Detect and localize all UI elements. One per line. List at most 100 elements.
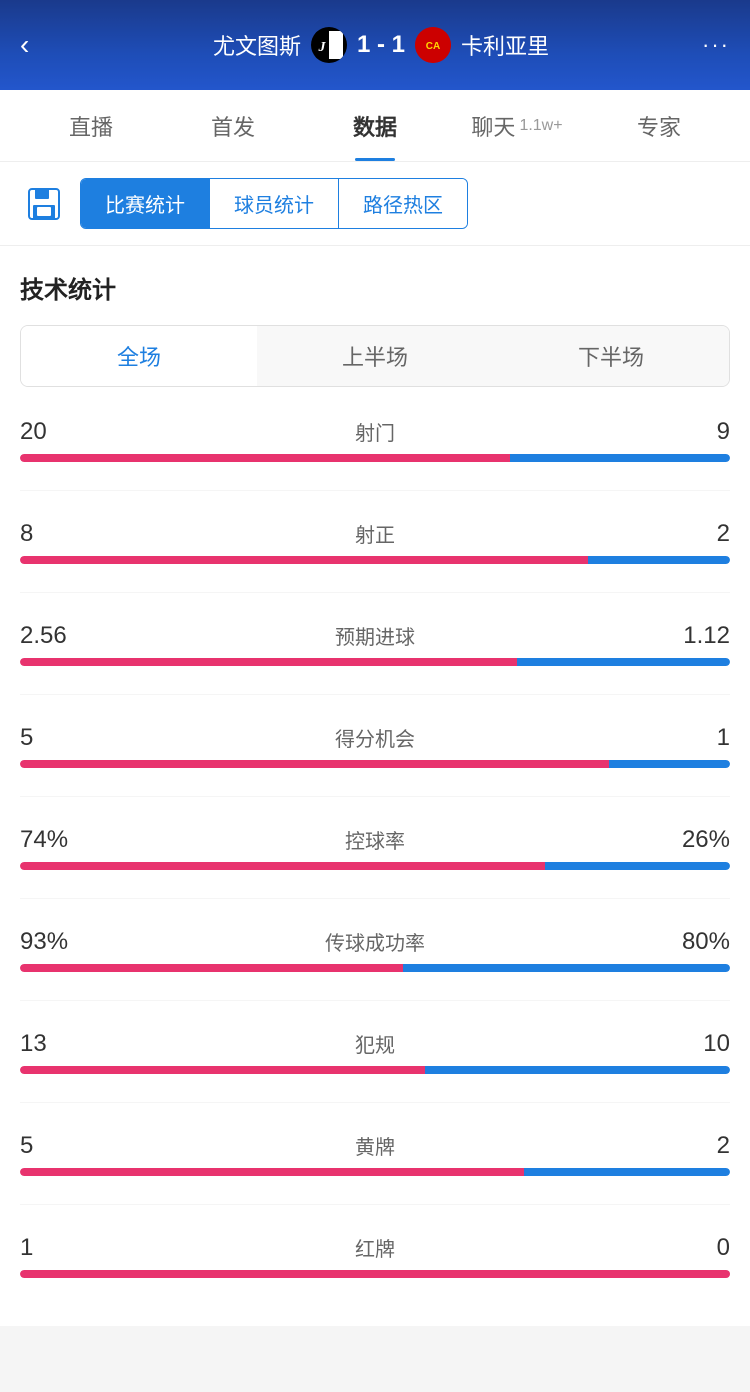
- stat-home-value: 13: [20, 1030, 100, 1058]
- stat-bars: [20, 454, 730, 462]
- stat-values: 5 得分机会 1: [20, 723, 730, 752]
- stats-list: 20 射门 9 8 射正 2 2.56 预期进球 1.12: [20, 417, 730, 1326]
- tab-lineup[interactable]: 首发: [162, 90, 304, 161]
- sub-tab-player-stats[interactable]: 球员统计: [210, 179, 339, 228]
- more-button[interactable]: ···: [702, 32, 730, 58]
- stat-away-value: 9: [650, 418, 730, 446]
- stat-bars: [20, 658, 730, 666]
- tab-chat[interactable]: 聊天 1.1w+: [446, 90, 588, 161]
- tab-live[interactable]: 直播: [20, 90, 162, 161]
- stat-bars: [20, 1168, 730, 1176]
- stat-values: 20 射门 9: [20, 417, 730, 446]
- stat-bars: [20, 862, 730, 870]
- away-bar: [588, 556, 730, 564]
- stat-away-value: 1.12: [650, 622, 730, 650]
- stat-row: 13 犯规 10: [20, 1029, 730, 1074]
- match-title: 尤文图斯 J 1 - 1 CA 卡利亚里: [60, 27, 702, 63]
- away-team-logo: CA: [415, 27, 451, 63]
- stat-label: 射正: [100, 519, 650, 548]
- stat-divider: [20, 796, 730, 797]
- svg-text:J: J: [317, 40, 326, 55]
- stat-label: 传球成功率: [100, 927, 650, 956]
- tab-expert[interactable]: 专家: [588, 90, 730, 161]
- stat-values: 5 黄牌 2: [20, 1131, 730, 1160]
- stat-values: 13 犯规 10: [20, 1029, 730, 1058]
- section-title: 技术统计: [20, 270, 730, 305]
- sub-tabs: 比赛统计 球员统计 路径热区: [80, 178, 468, 229]
- sub-tab-match-stats[interactable]: 比赛统计: [81, 179, 210, 228]
- away-bar: [517, 658, 730, 666]
- home-bar: [20, 1066, 425, 1074]
- stat-divider: [20, 898, 730, 899]
- period-tab-second[interactable]: 下半场: [493, 326, 729, 386]
- away-bar: [545, 862, 730, 870]
- home-bar: [20, 1168, 524, 1176]
- stat-home-value: 93%: [20, 928, 100, 956]
- stat-bars: [20, 1270, 730, 1278]
- stat-away-value: 26%: [650, 826, 730, 854]
- period-tabs: 全场 上半场 下半场: [20, 325, 730, 387]
- stat-row: 1 红牌 0: [20, 1233, 730, 1278]
- home-bar: [20, 556, 588, 564]
- stat-values: 93% 传球成功率 80%: [20, 927, 730, 956]
- stat-divider: [20, 592, 730, 593]
- stat-row: 74% 控球率 26%: [20, 825, 730, 870]
- stat-values: 74% 控球率 26%: [20, 825, 730, 854]
- stat-row: 93% 传球成功率 80%: [20, 927, 730, 972]
- stat-label: 得分机会: [100, 723, 650, 752]
- sub-tab-heatmap[interactable]: 路径热区: [339, 179, 467, 228]
- away-bar: [403, 964, 730, 972]
- home-bar: [20, 964, 403, 972]
- back-button[interactable]: ‹: [20, 29, 60, 61]
- svg-text:CA: CA: [426, 41, 440, 52]
- stat-away-value: 2: [650, 1132, 730, 1160]
- home-team-name: 尤文图斯: [213, 29, 301, 61]
- period-tab-first[interactable]: 上半场: [257, 326, 493, 386]
- stat-values: 8 射正 2: [20, 519, 730, 548]
- stat-bars: [20, 964, 730, 972]
- home-bar: [20, 658, 517, 666]
- stat-row: 2.56 预期进球 1.12: [20, 621, 730, 666]
- stat-bars: [20, 1066, 730, 1074]
- stat-divider: [20, 1102, 730, 1103]
- away-bar: [524, 1168, 730, 1176]
- stat-home-value: 20: [20, 418, 100, 446]
- stat-home-value: 74%: [20, 826, 100, 854]
- sub-tabs-container: 比赛统计 球员统计 路径热区: [0, 162, 750, 246]
- home-bar: [20, 1270, 730, 1278]
- stat-row: 5 黄牌 2: [20, 1131, 730, 1176]
- header: ‹ 尤文图斯 J 1 - 1 CA 卡利亚里 ···: [0, 0, 750, 90]
- tab-data[interactable]: 数据: [304, 90, 446, 161]
- home-bar: [20, 760, 609, 768]
- stat-divider: [20, 490, 730, 491]
- stat-home-value: 2.56: [20, 622, 100, 650]
- stat-divider: [20, 1000, 730, 1001]
- home-team-logo: J: [311, 27, 347, 63]
- stat-away-value: 10: [650, 1030, 730, 1058]
- home-bar: [20, 862, 545, 870]
- away-bar: [425, 1066, 730, 1074]
- stat-label: 控球率: [100, 825, 650, 854]
- stat-home-value: 8: [20, 520, 100, 548]
- period-tab-full[interactable]: 全场: [21, 326, 257, 386]
- away-team-name: 卡利亚里: [461, 29, 549, 61]
- stat-divider: [20, 694, 730, 695]
- stat-row: 8 射正 2: [20, 519, 730, 564]
- stat-home-value: 1: [20, 1234, 100, 1262]
- stat-away-value: 1: [650, 724, 730, 752]
- stat-label: 犯规: [100, 1029, 650, 1058]
- stat-label: 射门: [100, 417, 650, 446]
- main-content: 技术统计 全场 上半场 下半场 20 射门 9 8 射正 2 2.: [0, 246, 750, 1326]
- stat-label: 预期进球: [100, 621, 650, 650]
- stat-values: 2.56 预期进球 1.12: [20, 621, 730, 650]
- stat-label: 红牌: [100, 1233, 650, 1262]
- home-bar: [20, 454, 510, 462]
- match-score: 1 - 1: [357, 31, 405, 59]
- stat-values: 1 红牌 0: [20, 1233, 730, 1262]
- stat-home-value: 5: [20, 1132, 100, 1160]
- stat-divider: [20, 1204, 730, 1205]
- chat-count-badge: 1.1w+: [519, 117, 562, 135]
- nav-tabs: 直播 首发 数据 聊天 1.1w+ 专家: [0, 90, 750, 162]
- save-button[interactable]: [20, 180, 68, 228]
- stat-away-value: 80%: [650, 928, 730, 956]
